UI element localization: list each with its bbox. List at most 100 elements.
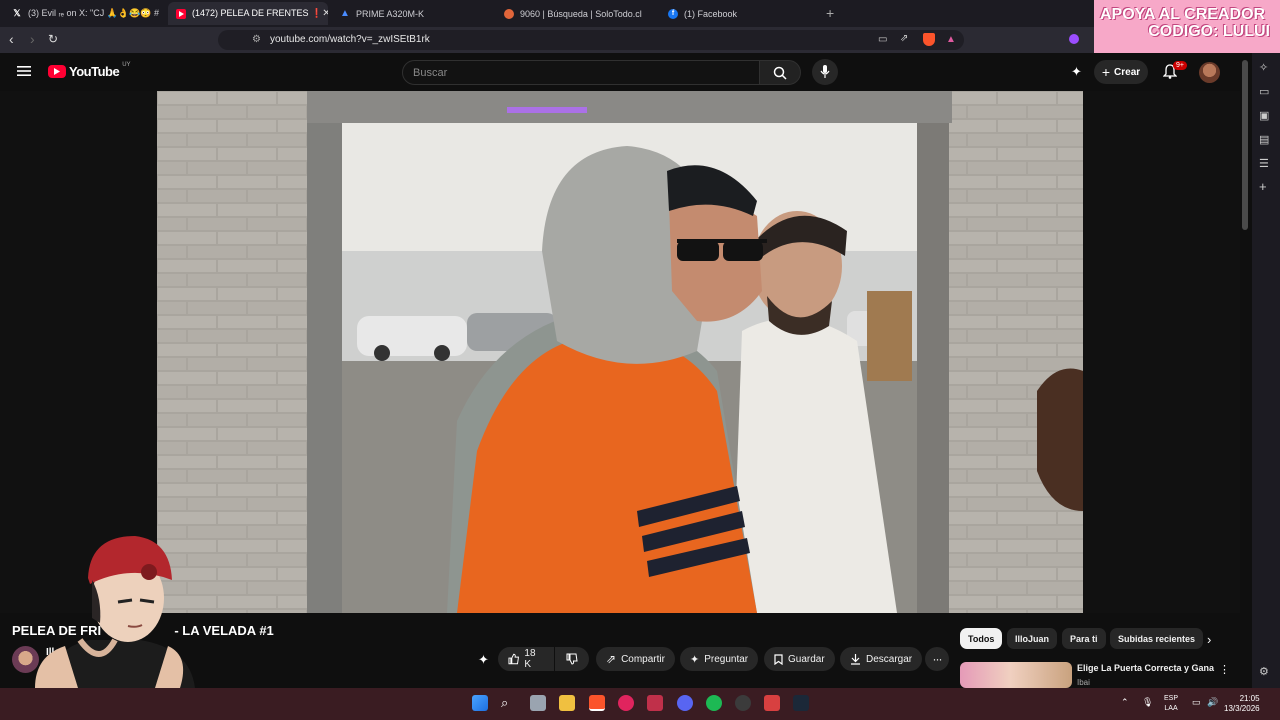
chip-for-you[interactable]: Para ti — [1062, 628, 1106, 649]
brave-browser-icon[interactable] — [589, 695, 605, 711]
voice-search-button[interactable] — [812, 59, 838, 85]
plus-icon: + — [1101, 64, 1111, 80]
leo-ai-icon[interactable]: ✧ — [1259, 61, 1268, 74]
share-page-icon[interactable]: ⇗ — [900, 33, 908, 44]
back-icon[interactable]: ‹ — [9, 31, 14, 47]
chip-illojuan[interactable]: IlloJuan — [1007, 628, 1058, 649]
tab-label: 9060 | Búsqueda | SoloTodo.cl — [520, 8, 642, 19]
site-info-icon[interactable]: ⚙ — [252, 34, 261, 45]
new-tab-icon[interactable]: + — [826, 5, 834, 21]
youtube-logo[interactable]: YouTube UY — [48, 62, 131, 79]
volume-icon[interactable]: 🔊 — [1207, 697, 1218, 708]
create-label: Crear — [1114, 66, 1141, 78]
tab-asus[interactable]: ▲ PRIME A320M-K — [332, 2, 492, 25]
share-icon: ⇗ — [606, 652, 617, 666]
tab-youtube[interactable]: (1472) PELEA DE FRENTES ❗ ✕ — [168, 2, 328, 25]
banner-line-2: CODIGO: LULUI — [1148, 23, 1270, 40]
streamer-avatar-overlay — [35, 536, 195, 688]
tray-chevron-icon[interactable]: ⌃ — [1121, 697, 1129, 708]
microphone-icon — [820, 65, 830, 78]
app-v-icon[interactable] — [764, 695, 780, 711]
bookmarks-icon[interactable]: ▤ — [1259, 133, 1269, 146]
close-tab-icon[interactable]: ✕ — [322, 8, 328, 19]
account-avatar[interactable] — [1199, 62, 1220, 83]
youtube-icon — [176, 8, 186, 19]
news-icon[interactable]: ▭ — [1259, 85, 1269, 98]
lang-line-1: ESP — [1164, 695, 1179, 702]
youtube-play-icon — [48, 65, 66, 78]
save-button[interactable]: Guardar — [764, 647, 835, 671]
suggested-video-channel[interactable]: Ibai — [1077, 678, 1090, 687]
ask-button[interactable]: ✦ Preguntar — [680, 647, 759, 671]
download-button[interactable]: Descargar — [840, 647, 923, 671]
search-button[interactable] — [759, 60, 801, 85]
tab-facebook[interactable]: f (1) Facebook — [660, 2, 820, 25]
input-language[interactable]: ESP LAA — [1164, 694, 1178, 714]
tab-twitter[interactable]: 𝕏 (3) Evil ᵣₑ on X: "CJ 🙏👌😂😳 # — [4, 2, 164, 25]
create-button[interactable]: + Crear — [1094, 60, 1148, 84]
discord-icon[interactable] — [677, 695, 693, 711]
chip-recent-uploads[interactable]: Subidas recientes — [1110, 628, 1204, 649]
brave-shield-icon[interactable] — [923, 33, 935, 46]
media-player-icon[interactable] — [618, 695, 634, 711]
wallet-icon[interactable]: ▣ — [1259, 109, 1269, 122]
chip-all[interactable]: Todos — [960, 628, 1003, 649]
reading-list-icon[interactable]: ☰ — [1259, 157, 1269, 170]
dislike-button[interactable] — [555, 647, 589, 671]
cast-icon[interactable]: ▭ — [878, 34, 887, 45]
address-bar[interactable]: ⚙ youtube.com/watch?v=_zwISEtB1rk ▭ ⇗ ▲ — [218, 30, 964, 50]
clock-time: 21:05 — [1239, 694, 1260, 703]
file-explorer-icon[interactable] — [559, 695, 575, 711]
share-label: Compartir — [621, 653, 665, 665]
page-scrollbar[interactable] — [1242, 60, 1248, 230]
video-scene-image — [157, 91, 1083, 613]
taskbar-search-icon[interactable]: ⌕ — [501, 695, 508, 711]
tab-solotodo[interactable]: 9060 | Búsqueda | SoloTodo.cl — [496, 2, 656, 25]
settings-gear-icon[interactable]: ⚙ — [1259, 665, 1269, 678]
search-input[interactable]: Buscar — [402, 60, 760, 85]
task-view-icon[interactable] — [530, 695, 546, 711]
tab-label: PRIME A320M-K — [356, 8, 425, 19]
tab-label: (3) Evil ᵣₑ on X: "CJ 🙏👌😂😳 # — [28, 8, 160, 18]
spotify-icon[interactable] — [706, 695, 722, 711]
sparkle-icon: ✦ — [690, 653, 700, 666]
video-frame — [157, 91, 1083, 613]
browser-tab-strip: 𝕏 (3) Evil ᵣₑ on X: "CJ 🙏👌😂😳 # (1472) PE… — [0, 0, 1280, 27]
search-icon — [773, 66, 787, 80]
brave-rewards-icon[interactable]: ▲ — [946, 34, 956, 45]
suggested-video-title[interactable]: Elige La Puerta Correcta y Gana — [1077, 663, 1214, 673]
taskbar-clock[interactable]: 21:05 13/3/2026 — [1224, 694, 1260, 714]
download-icon — [851, 653, 860, 665]
suggested-video-thumbnail[interactable] — [960, 662, 1072, 688]
chevron-right-icon[interactable]: › — [1207, 632, 1211, 647]
add-panel-icon[interactable]: + — [1259, 179, 1267, 194]
facebook-icon: f — [668, 8, 678, 19]
browser-sidebar: ✧ ▭ ▣ ▤ ☰ + ⚙ — [1252, 53, 1280, 688]
network-icon[interactable]: ▭ — [1192, 697, 1201, 708]
app-a-icon[interactable] — [647, 695, 663, 711]
extension-icon[interactable] — [1069, 34, 1079, 44]
youtube-header: YouTube UY Buscar ✦ + Crear 9+ — [0, 53, 1245, 91]
lang-line-2: LAA — [1164, 705, 1178, 712]
gemini-sparkle-icon[interactable]: ✦ — [1071, 64, 1082, 80]
like-count: 18 K — [524, 648, 536, 670]
gemini-sparkle-icon[interactable]: ✦ — [478, 652, 489, 668]
more-actions-button[interactable]: ··· — [925, 647, 949, 671]
app-gear-icon[interactable] — [735, 695, 751, 711]
x-logo-icon: 𝕏 — [13, 8, 21, 18]
save-label: Guardar — [788, 653, 825, 665]
reload-icon[interactable]: ↻ — [48, 32, 58, 46]
like-button[interactable]: 18 K — [498, 647, 554, 671]
more-vertical-icon[interactable]: ⋮ — [1219, 663, 1230, 676]
menu-icon[interactable] — [17, 64, 31, 82]
share-button[interactable]: ⇗ Compartir — [596, 647, 675, 671]
tab-label: (1472) PELEA DE FRENTES ❗ — [192, 8, 323, 18]
forward-icon[interactable]: › — [30, 31, 35, 47]
thumbs-down-icon — [566, 653, 578, 665]
thumbs-up-icon — [508, 653, 520, 665]
region-code: UY — [122, 62, 131, 68]
steam-icon[interactable] — [793, 695, 809, 711]
more-horizontal-icon: ··· — [932, 652, 943, 666]
windows-start-icon[interactable] — [472, 695, 488, 711]
microphone-tray-icon[interactable]: 🎙 — [1142, 697, 1153, 708]
